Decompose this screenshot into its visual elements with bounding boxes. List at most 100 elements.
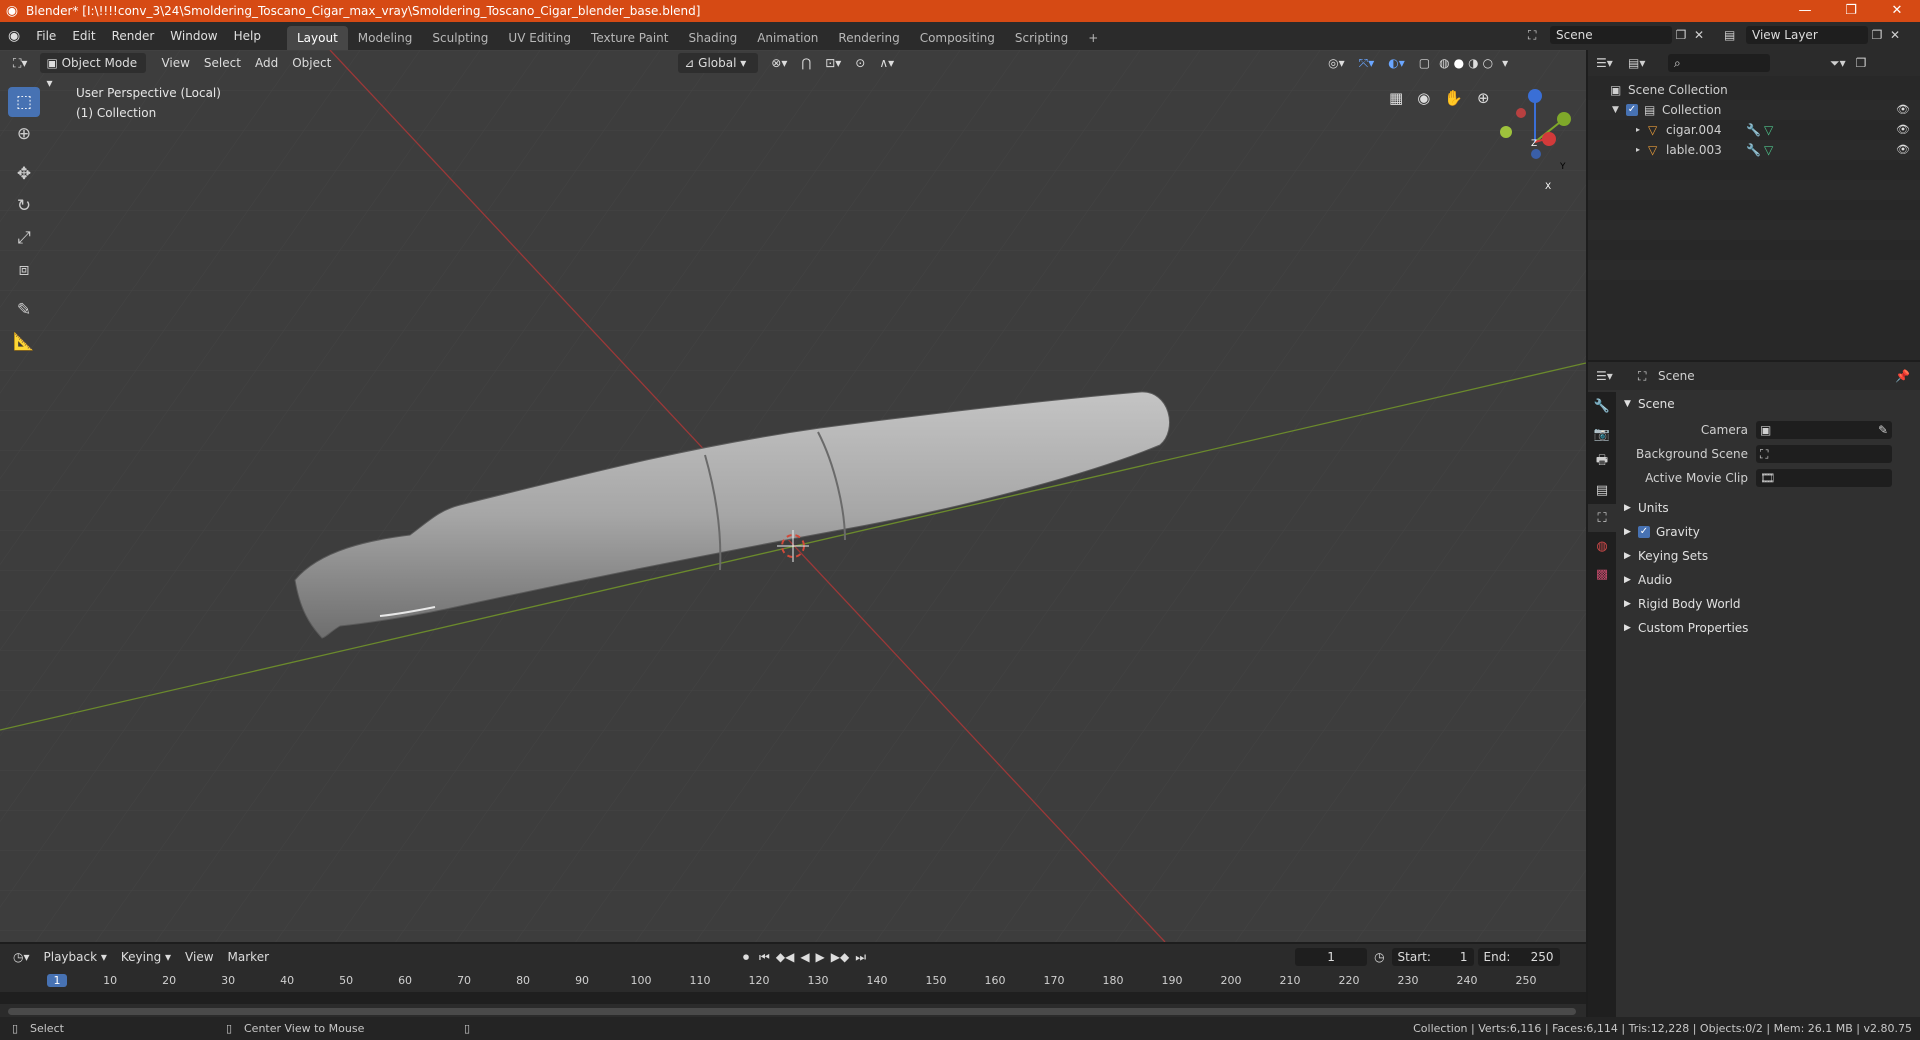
snap-icon[interactable]: ⋂	[794, 52, 818, 74]
prev-keyframe-icon[interactable]: ◆◀	[773, 946, 797, 968]
pin-icon[interactable]: 📌	[1895, 369, 1910, 383]
proportional-edit-icon[interactable]: ⊙	[848, 52, 872, 74]
menu-edit[interactable]: Edit	[64, 22, 103, 50]
select-box-tool-icon[interactable]: ⬚	[8, 87, 40, 117]
tool-tab-icon[interactable]: 🔧	[1588, 392, 1616, 420]
viewport-menu-select[interactable]: Select	[197, 52, 248, 74]
falloff-icon[interactable]: ∧▾	[872, 52, 901, 74]
outliner-editor-icon[interactable]: ☰▾	[1596, 56, 1628, 70]
minimize-button[interactable]: —	[1782, 0, 1828, 22]
tab-animation[interactable]: Animation	[747, 26, 828, 50]
maximize-button[interactable]: ❐	[1828, 0, 1874, 22]
timeline-menu-marker[interactable]: Marker	[221, 946, 276, 968]
gizmo-toggle-icon[interactable]: ⤧▾	[1352, 52, 1382, 74]
toggle-grid-icon[interactable]: ▦	[1382, 87, 1410, 109]
camera-field[interactable]: ▣ ✎	[1756, 421, 1892, 439]
visibility-eye-icon[interactable]: 👁	[1896, 100, 1910, 120]
audio-panel-header[interactable]: ▶ Audio	[1618, 568, 1918, 592]
scene-new-icon[interactable]: ❐	[1672, 28, 1690, 42]
outliner-row-lable[interactable]: ▸ ▽ lable.003 🔧 ▽ 👁	[1588, 140, 1920, 160]
gizmo-x-icon[interactable]	[1542, 132, 1556, 146]
filter-icon[interactable]: ⏷▾	[1830, 56, 1846, 71]
new-collection-icon[interactable]: ❐	[1856, 56, 1867, 70]
transform-orientation-dropdown[interactable]: ⊿ Global ▾	[678, 53, 759, 73]
tab-scripting[interactable]: Scripting	[1005, 26, 1078, 50]
end-frame-field[interactable]: End: 250	[1477, 948, 1560, 966]
visibility-eye-icon[interactable]: 👁	[1896, 140, 1910, 160]
view-layer-tab-icon[interactable]: ▤	[1588, 476, 1616, 504]
solid-shading-icon[interactable]: ●	[1452, 52, 1466, 74]
units-panel-header[interactable]: ▶ Units	[1618, 496, 1918, 520]
gravity-checkbox[interactable]: ✓	[1638, 526, 1650, 538]
zoom-icon[interactable]: ⊕	[1470, 87, 1497, 109]
timeline-scrollbar[interactable]	[8, 1008, 1576, 1015]
tab-shading[interactable]: Shading	[678, 26, 747, 50]
tab-layout[interactable]: Layout	[286, 26, 348, 50]
scene-tab-icon[interactable]: ⛶	[1588, 504, 1616, 532]
measure-tool-icon[interactable]: 📐	[8, 327, 40, 357]
play-icon[interactable]: ▶	[813, 946, 828, 968]
shading-options-icon[interactable]: ▾	[1495, 52, 1515, 74]
tab-rendering[interactable]: Rendering	[828, 26, 909, 50]
annotate-tool-icon[interactable]: ✎	[8, 295, 40, 325]
preview-range-icon[interactable]: ◷	[1367, 946, 1391, 968]
visibility-icon[interactable]: ◎▾	[1321, 52, 1352, 74]
texture-tab-icon[interactable]: ▩	[1588, 560, 1616, 588]
view-layer-icon[interactable]: ▤	[1724, 28, 1746, 42]
3d-viewport[interactable]: Z Y X ⛶▾ ▣ Object Mode ▾ View Select Add…	[0, 50, 1586, 942]
outliner-search-input[interactable]: ⌕	[1668, 54, 1770, 72]
tab-compositing[interactable]: Compositing	[910, 26, 1005, 50]
xray-icon[interactable]: ▢	[1412, 52, 1437, 74]
collection-checkbox[interactable]: ✓	[1626, 104, 1638, 116]
rotate-tool-icon[interactable]: ↻	[8, 191, 40, 221]
pivot-point-icon[interactable]: ⊗▾	[764, 52, 794, 74]
jump-end-icon[interactable]: ⏭	[852, 946, 869, 968]
close-button[interactable]: ✕	[1874, 0, 1920, 22]
timeline-menu-keying[interactable]: Keying ▾	[114, 946, 178, 968]
tab-modeling[interactable]: Modeling	[348, 26, 423, 50]
expand-arrow-icon[interactable]: ▸	[1636, 120, 1648, 140]
view-layer-remove-icon[interactable]: ✕	[1886, 28, 1904, 42]
start-frame-field[interactable]: Start: 1	[1391, 948, 1474, 966]
custom-properties-panel-header[interactable]: ▶ Custom Properties	[1618, 616, 1918, 640]
active-movie-clip-field[interactable]: 🎞	[1756, 469, 1892, 487]
jump-start-icon[interactable]: ⏮	[756, 946, 773, 968]
expand-chevron-icon[interactable]: ▼	[1612, 100, 1626, 120]
rigid-body-world-panel-header[interactable]: ▶ Rigid Body World	[1618, 592, 1918, 616]
scene-remove-icon[interactable]: ✕	[1690, 28, 1708, 42]
viewport-menu-object[interactable]: Object	[285, 52, 338, 74]
render-tab-icon[interactable]: 📷	[1588, 420, 1616, 448]
object-mode-dropdown[interactable]: ▣ Object Mode ▾	[40, 53, 147, 90]
blender-menu-icon[interactable]: ◉	[0, 22, 28, 50]
play-reverse-icon[interactable]: ◀	[797, 946, 812, 968]
scene-browse-icon[interactable]: ⛶	[1528, 28, 1550, 43]
timeline-editor-icon[interactable]: ◷▾	[6, 946, 37, 968]
tab-sculpting[interactable]: Sculpting	[422, 26, 498, 50]
properties-editor-icon[interactable]: ☰▾	[1596, 369, 1638, 383]
expand-arrow-icon[interactable]: ▸	[1636, 140, 1648, 160]
wireframe-shading-icon[interactable]: ◍	[1437, 52, 1451, 74]
scene-field[interactable]: Scene	[1550, 26, 1672, 44]
eyedropper-icon[interactable]: ✎	[1878, 423, 1888, 437]
view-layer-field[interactable]: View Layer	[1746, 26, 1868, 44]
outliner-row-collection[interactable]: ▼ ✓ ▤ Collection 👁	[1588, 100, 1920, 120]
timeline-menu-view[interactable]: View	[178, 946, 220, 968]
overlay-toggle-icon[interactable]: ◐▾	[1381, 52, 1412, 74]
output-tab-icon[interactable]: 🖶	[1588, 448, 1616, 476]
transform-tool-icon[interactable]: ⧈	[8, 255, 40, 285]
current-frame-marker[interactable]: 1	[47, 974, 67, 987]
menu-help[interactable]: Help	[226, 22, 269, 50]
gizmo-z-icon[interactable]	[1528, 89, 1542, 103]
outliner-row-cigar[interactable]: ▸ ▽ cigar.004 🔧 ▽ 👁	[1588, 120, 1920, 140]
view-layer-new-icon[interactable]: ❐	[1868, 28, 1886, 42]
add-workspace-button[interactable]: +	[1078, 26, 1108, 50]
rendered-shading-icon[interactable]: ○	[1481, 52, 1495, 74]
frame-ruler[interactable]: 1 10 20 30 40 50 60 70 80 90 100 110 120 130 140 150 160…	[0, 972, 1586, 992]
tab-texture-paint[interactable]: Texture Paint	[581, 26, 678, 50]
snap-target-icon[interactable]: ⊡▾	[818, 52, 848, 74]
material-shading-icon[interactable]: ◑	[1466, 52, 1480, 74]
world-tab-icon[interactable]: ◍	[1588, 532, 1616, 560]
background-scene-field[interactable]: ⛶	[1756, 445, 1892, 463]
viewport-menu-add[interactable]: Add	[248, 52, 285, 74]
scene-panel-header[interactable]: ▼ Scene	[1618, 392, 1918, 416]
